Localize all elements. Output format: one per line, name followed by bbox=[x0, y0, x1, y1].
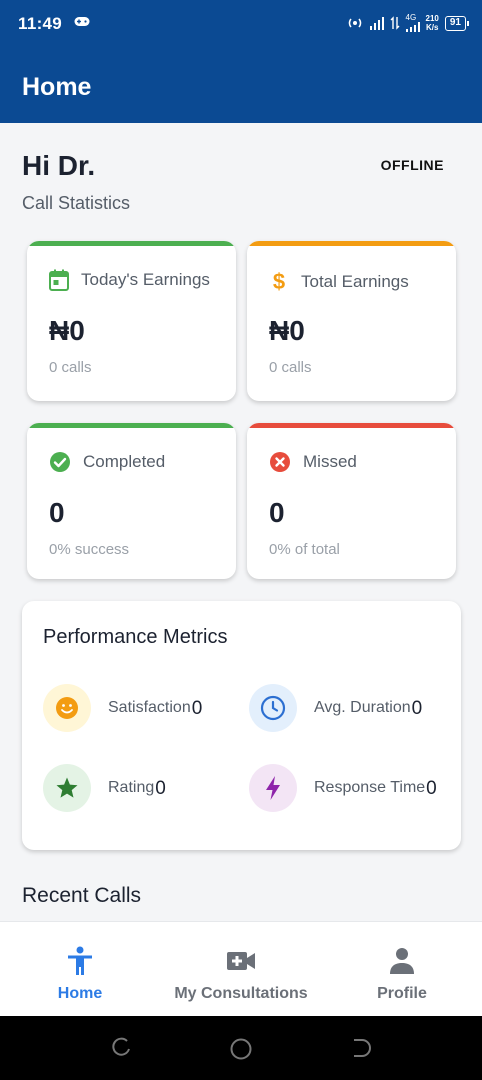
response-time-label: Response Time bbox=[314, 779, 426, 796]
total-earnings-card: $ Total Earnings ₦0 0 calls bbox=[247, 241, 456, 401]
completed-label: Completed bbox=[83, 452, 166, 471]
video-plus-icon bbox=[227, 952, 255, 970]
recents-button-icon[interactable] bbox=[110, 1037, 132, 1059]
dollar-icon: $ bbox=[272, 269, 286, 294]
signal-icon bbox=[369, 16, 384, 30]
system-icons: 4G 210 K/s 91 bbox=[346, 13, 470, 32]
recent-calls-title: Recent Calls bbox=[22, 884, 142, 907]
metric-satisfaction: Satisfaction 0 bbox=[43, 684, 202, 732]
page-title: Home bbox=[22, 73, 92, 101]
completed-rate: 0% success bbox=[49, 541, 130, 558]
today-earnings-value: ₦0 bbox=[49, 315, 85, 346]
x-circle-icon bbox=[270, 452, 290, 472]
speed-unit: K/s bbox=[425, 23, 439, 32]
completed-value: 0 bbox=[49, 497, 65, 528]
network-type: 4G bbox=[405, 13, 417, 22]
avg-duration-value: 0 bbox=[411, 698, 423, 719]
total-earnings-value: ₦0 bbox=[269, 315, 305, 346]
performance-metrics-card: Performance Metrics Satisfaction 0 Avg. … bbox=[22, 601, 461, 850]
section-subtitle: Call Statistics bbox=[22, 193, 131, 213]
missed-rate: 0% of total bbox=[269, 541, 340, 558]
speed-value: 210 bbox=[425, 14, 439, 23]
status-time: 11:49 bbox=[18, 14, 63, 33]
total-earnings-calls: 0 calls bbox=[269, 359, 312, 376]
hotspot-icon bbox=[348, 18, 361, 28]
nav-profile[interactable]: Profile bbox=[322, 922, 482, 1017]
satisfaction-value: 0 bbox=[191, 698, 203, 719]
metric-rating: Rating 0 bbox=[43, 764, 166, 812]
smiley-icon bbox=[56, 697, 78, 719]
status-bar: 11:49 4G 210 K/s 91 bbox=[0, 0, 482, 52]
clock-icon bbox=[260, 695, 286, 721]
home-button-icon[interactable] bbox=[229, 1037, 253, 1061]
greeting: Hi Dr. bbox=[22, 150, 96, 181]
rating-value: 0 bbox=[155, 778, 166, 799]
today-earnings-label: Today's Earnings bbox=[81, 270, 210, 289]
missed-label: Missed bbox=[303, 452, 357, 471]
nav-home-label: Home bbox=[57, 985, 103, 1002]
nav-profile-label: Profile bbox=[377, 985, 427, 1002]
avg-duration-label: Avg. Duration bbox=[314, 699, 411, 716]
gamepad-icon bbox=[74, 17, 90, 26]
missed-card: Missed 0 0% of total bbox=[247, 423, 456, 579]
rating-label: Rating bbox=[108, 779, 155, 796]
metric-avg-duration: Avg. Duration 0 bbox=[249, 684, 422, 732]
nav-home[interactable]: Home bbox=[0, 922, 160, 1017]
metric-response-time: Response Time 0 bbox=[249, 764, 437, 812]
completed-card: Completed 0 0% success bbox=[27, 423, 236, 579]
satisfaction-label: Satisfaction bbox=[108, 699, 191, 716]
missed-value: 0 bbox=[269, 497, 285, 528]
data-transfer-icon bbox=[390, 16, 400, 30]
today-earnings-calls: 0 calls bbox=[49, 359, 92, 376]
check-circle-icon bbox=[50, 452, 70, 472]
calendar-icon bbox=[49, 269, 69, 291]
system-navigation-bar bbox=[0, 1016, 482, 1080]
performance-title: Performance Metrics bbox=[43, 626, 228, 648]
nav-my-consultations[interactable]: My Consultations bbox=[161, 922, 321, 1017]
app-bar: Home bbox=[0, 52, 482, 123]
lightning-icon bbox=[266, 776, 280, 800]
total-earnings-label: Total Earnings bbox=[301, 272, 409, 291]
person-icon bbox=[390, 948, 414, 974]
today-earnings-card: Today's Earnings ₦0 0 calls bbox=[27, 241, 236, 401]
availability-status[interactable]: OFFLINE bbox=[381, 157, 444, 173]
signal-icon-2 bbox=[405, 22, 420, 32]
nav-my-consultations-label: My Consultations bbox=[174, 985, 308, 1002]
response-time-value: 0 bbox=[426, 778, 437, 799]
bottom-navigation: Home My Consultations Profile bbox=[0, 921, 482, 1016]
star-icon bbox=[56, 777, 78, 798]
back-button-icon[interactable] bbox=[350, 1037, 372, 1059]
battery-icon: 91 bbox=[444, 15, 470, 31]
accessibility-icon bbox=[68, 946, 92, 975]
